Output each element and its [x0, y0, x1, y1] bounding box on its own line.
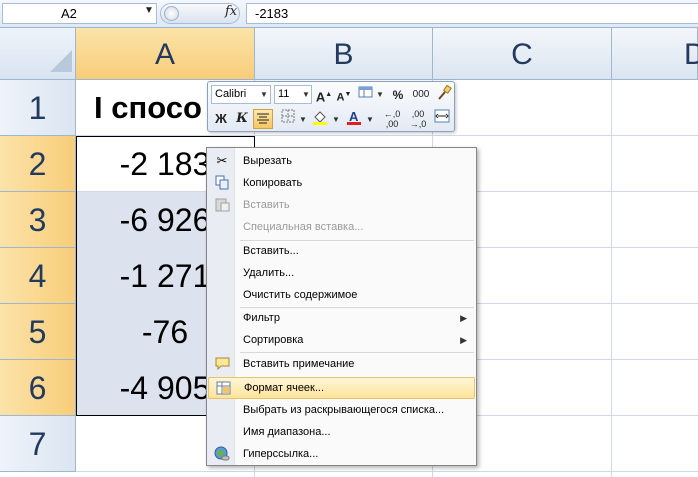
- format-painter-icon[interactable]: [434, 84, 454, 105]
- menu-item-copy[interactable]: Копировать: [208, 172, 475, 194]
- menu-item-filter-label: Фильтр: [243, 312, 280, 324]
- gridline: [611, 80, 612, 477]
- row-header-1[interactable]: 1: [0, 80, 76, 136]
- font-size-dropdown-icon[interactable]: ▼: [302, 90, 310, 99]
- borders-icon[interactable]: [278, 109, 298, 129]
- menu-item-format-cells[interactable]: Формат ячеек...: [208, 377, 475, 399]
- copy-icon: [214, 175, 230, 191]
- column-header-d[interactable]: D: [612, 28, 698, 80]
- italic-button[interactable]: К: [232, 109, 252, 129]
- row-header-7[interactable]: 7: [0, 416, 76, 472]
- table-format-dropdown-icon[interactable]: ▼: [376, 90, 384, 99]
- select-all-triangle-icon: [50, 50, 72, 72]
- row-header-4[interactable]: 4: [0, 248, 76, 304]
- percent-style-button[interactable]: %: [388, 85, 408, 105]
- menu-item-insert-label: Вставить...: [243, 245, 299, 257]
- menu-item-paste-special[interactable]: Специальная вставка...: [208, 216, 475, 238]
- font-color-dropdown-icon[interactable]: ▼: [366, 115, 374, 124]
- submenu-arrow-icon: ▶: [460, 313, 467, 323]
- mini-toolbar: Calibri ▼ 11 ▼ A▲ A▼ ▼ % 000 Ж К ▼ ▼ A ▼…: [207, 81, 455, 132]
- menu-item-name-range-label: Имя диапазона...: [243, 426, 331, 438]
- menu-item-paste-label: Вставить: [243, 199, 290, 211]
- insert-function-icon[interactable]: fx: [225, 4, 237, 19]
- gridline: [76, 471, 698, 472]
- menu-item-insert[interactable]: Вставить...: [208, 240, 475, 262]
- menu-item-filter[interactable]: Фильтр ▶: [208, 307, 475, 329]
- menu-item-clear-contents[interactable]: Очистить содержимое: [208, 284, 475, 306]
- menu-item-sort[interactable]: Сортировка ▶: [208, 329, 475, 351]
- menu-item-hyperlink[interactable]: Гиперссылка...: [208, 443, 475, 465]
- menu-item-insert-comment-label: Вставить примечание: [243, 358, 355, 370]
- menu-item-paste[interactable]: Вставить: [208, 194, 475, 216]
- name-box[interactable]: A2: [2, 3, 157, 24]
- formula-input[interactable]: -2183: [246, 3, 698, 24]
- menu-item-delete-label: Удалить...: [243, 267, 295, 279]
- formula-bar-handle-icon[interactable]: [164, 6, 179, 21]
- format-painter-table-icon[interactable]: [356, 85, 376, 105]
- fill-color-dropdown-icon[interactable]: ▼: [332, 115, 340, 124]
- borders-dropdown-icon[interactable]: ▼: [299, 115, 307, 124]
- format-cells-icon: [215, 381, 231, 397]
- menu-item-paste-special-label: Специальная вставка...: [243, 221, 364, 233]
- comment-icon: [214, 356, 230, 372]
- menu-item-cut-label: Вырезать: [243, 155, 292, 167]
- row-header-3[interactable]: 3: [0, 192, 76, 248]
- menu-item-delete[interactable]: Удалить...: [208, 262, 475, 284]
- paste-icon: [214, 197, 230, 213]
- font-name-dropdown-icon[interactable]: ▼: [260, 90, 268, 99]
- menu-item-hyperlink-label: Гиперссылка...: [243, 448, 319, 460]
- menu-item-name-range[interactable]: Имя диапазона...: [208, 421, 475, 443]
- merge-center-icon[interactable]: [432, 109, 452, 129]
- shrink-font-icon[interactable]: A▼: [334, 85, 354, 105]
- row-header-2[interactable]: 2: [0, 136, 76, 192]
- grow-font-icon[interactable]: A▲: [314, 85, 334, 105]
- hyperlink-globe-icon: [214, 446, 230, 462]
- column-header-b[interactable]: B: [255, 28, 433, 80]
- menu-item-pick-from-list[interactable]: Выбрать из раскрывающегося списка...: [208, 399, 475, 421]
- row-header-6[interactable]: 6: [0, 360, 76, 416]
- thousands-separator-button[interactable]: 000: [409, 85, 433, 105]
- name-box-dropdown-icon[interactable]: ▼: [144, 5, 154, 16]
- menu-item-clear-contents-label: Очистить содержимое: [243, 289, 358, 301]
- menu-item-cut[interactable]: ✂ Вырезать: [208, 150, 475, 172]
- formula-bar: A2 ▼ fx -2183: [0, 0, 698, 28]
- menu-item-format-cells-label: Формат ячеек...: [244, 382, 325, 394]
- scissors-icon: ✂: [216, 153, 228, 168]
- menu-item-insert-comment[interactable]: Вставить примечание: [208, 353, 475, 375]
- context-menu: ✂ Вырезать Копировать Вставить Специальн…: [206, 147, 477, 466]
- align-center-icon[interactable]: [253, 109, 273, 129]
- column-header-a[interactable]: A: [76, 28, 255, 80]
- submenu-arrow-icon: ▶: [460, 335, 467, 345]
- row-header-5[interactable]: 5: [0, 304, 76, 360]
- column-header-c[interactable]: C: [433, 28, 612, 80]
- font-color-icon[interactable]: A: [344, 109, 364, 129]
- bold-button[interactable]: Ж: [211, 109, 231, 129]
- fill-color-icon[interactable]: [310, 109, 330, 129]
- decrease-decimal-icon[interactable]: ,00 →,0: [406, 109, 430, 129]
- menu-item-pick-from-list-label: Выбрать из раскрывающегося списка...: [243, 404, 445, 416]
- menu-item-sort-label: Сортировка: [243, 334, 304, 346]
- menu-item-copy-label: Копировать: [243, 177, 303, 189]
- increase-decimal-icon[interactable]: ←,0,00: [380, 109, 404, 129]
- svg-text:A: A: [349, 109, 359, 124]
